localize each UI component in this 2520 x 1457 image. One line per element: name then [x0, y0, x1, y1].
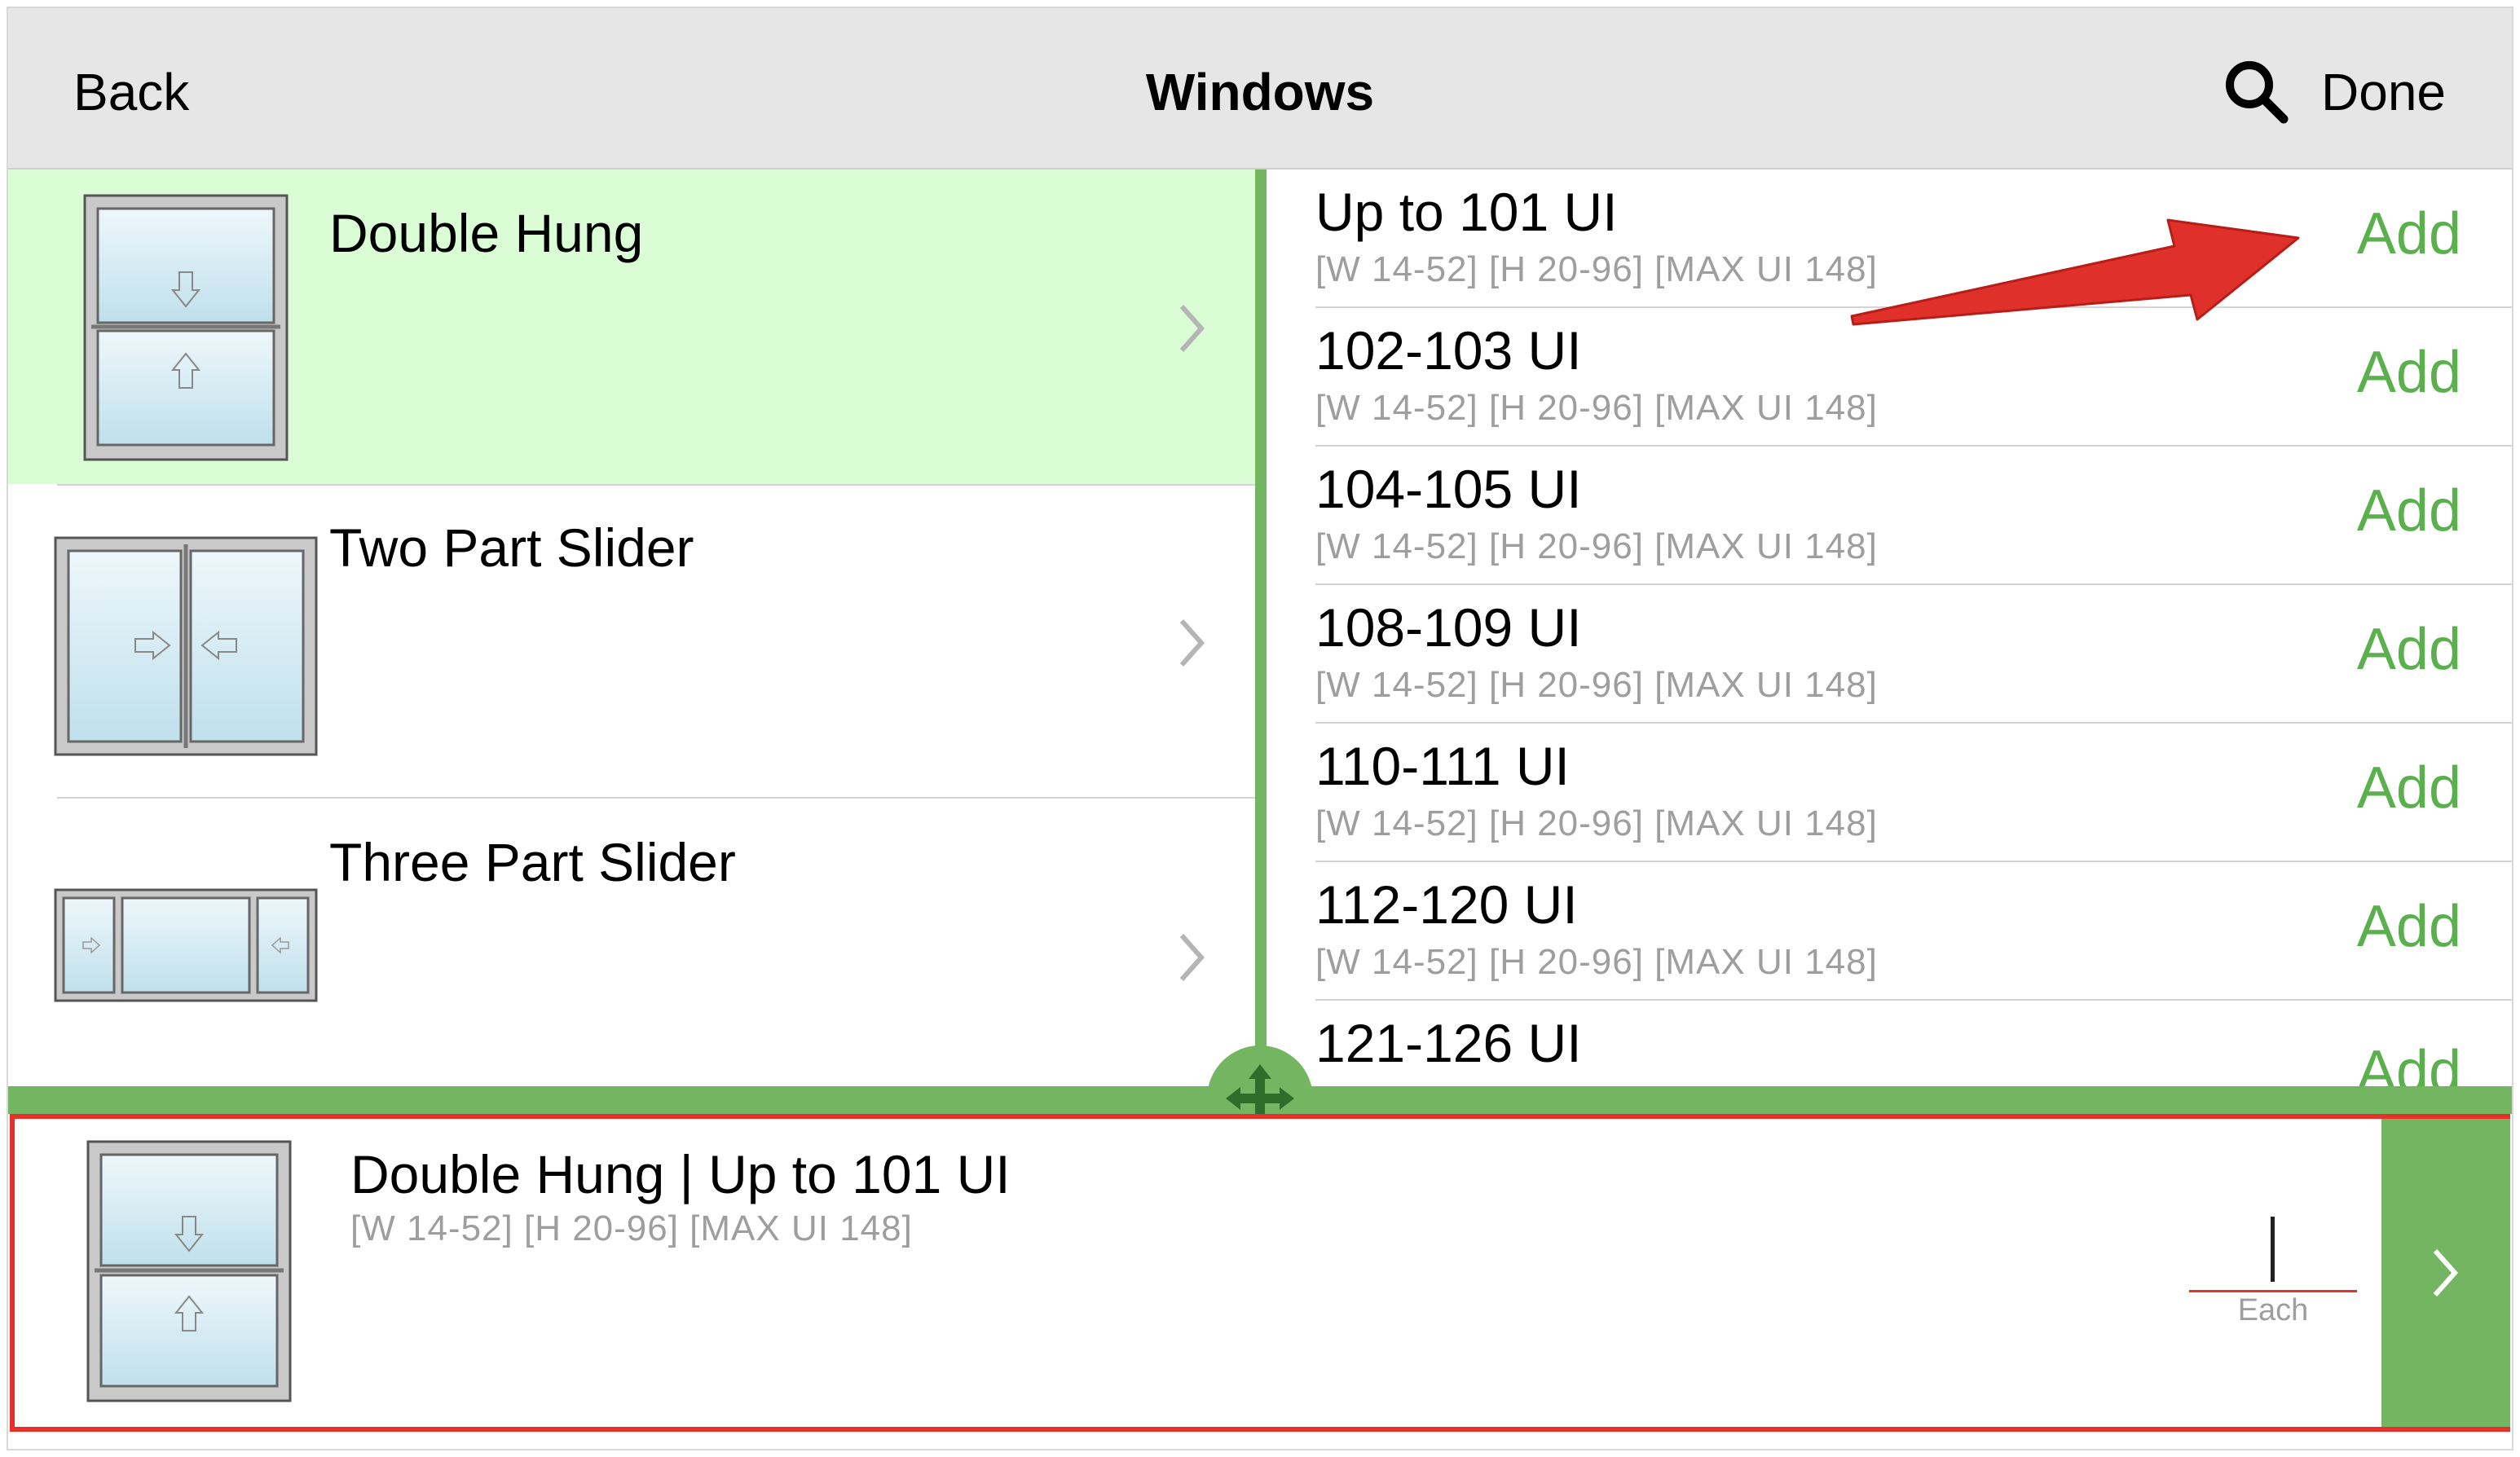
option-title: 102-103 UI [1315, 320, 1582, 381]
list-item: 112-120 UI [W 14-52] [H 20-96] [MAX UI 1… [1267, 862, 2512, 1001]
option-title: 104-105 UI [1315, 459, 1582, 519]
chevron-right-icon [1179, 305, 1205, 352]
divider [57, 484, 1255, 486]
three-part-slider-window-icon [54, 888, 318, 1002]
option-title: Up to 101 UI [1315, 182, 1618, 242]
option-spec: [W 14-52] [H 20-96] [MAX UI 148] [1315, 665, 1878, 705]
double-hung-window-icon [83, 194, 289, 461]
option-spec: [W 14-52] [H 20-96] [MAX UI 148] [1315, 249, 1878, 289]
selected-item-title: Double Hung | Up to 101 UI [350, 1144, 1011, 1204]
list-item: 104-105 UI [W 14-52] [H 20-96] [MAX UI 1… [1267, 447, 2512, 585]
two-part-slider-window-icon [54, 536, 318, 756]
option-spec: [W 14-52] [H 20-96] [MAX UI 148] [1315, 526, 1878, 566]
option-spec: [W 14-52] [H 20-96] [MAX UI 148] [1315, 388, 1878, 428]
continue-button[interactable] [2381, 1119, 2510, 1427]
done-button[interactable]: Done [2321, 62, 2446, 122]
selected-item-panel: Double Hung | Up to 101 UI [W 14-52] [H … [10, 1114, 2510, 1432]
category-list: Double Hung Two Part Slider Three Part S… [8, 169, 1255, 1086]
list-item: 110-111 UI [W 14-52] [H 20-96] [MAX UI 1… [1267, 724, 2512, 862]
nav-bar: Back Windows Done [8, 8, 2512, 169]
search-icon[interactable] [2222, 57, 2290, 125]
list-item: 108-109 UI [W 14-52] [H 20-96] [MAX UI 1… [1267, 585, 2512, 724]
add-button[interactable]: Add [2357, 200, 2461, 267]
list-item: 121-126 UI Add [1267, 1001, 2512, 1086]
option-title: 110-111 UI [1315, 736, 1570, 796]
split-divider[interactable] [1255, 169, 1267, 1086]
annotation-arrow [1850, 218, 2300, 326]
double-hung-window-icon [86, 1140, 292, 1402]
option-title: 112-120 UI [1315, 874, 1578, 935]
option-spec: [W 14-52] [H 20-96] [MAX UI 148] [1315, 803, 1878, 843]
chevron-right-icon [1179, 619, 1205, 667]
category-label: Three Part Slider [329, 832, 736, 892]
category-row-three-part-slider[interactable]: Three Part Slider [8, 799, 1255, 1086]
option-spec: [W 14-52] [H 20-96] [MAX UI 148] [1315, 942, 1878, 982]
option-title: 121-126 UI [1315, 1013, 1582, 1073]
category-label: Double Hung [329, 203, 644, 263]
selected-item-spec: [W 14-52] [H 20-96] [MAX UI 148] [350, 1208, 913, 1248]
category-label: Two Part Slider [329, 517, 694, 578]
add-button[interactable]: Add [2357, 893, 2461, 960]
add-button[interactable]: Add [2357, 616, 2461, 683]
quantity-unit-label: Each [2237, 1293, 2309, 1327]
add-button[interactable]: Add [2357, 1038, 2461, 1086]
text-caret [2271, 1217, 2275, 1282]
add-button[interactable]: Add [2357, 755, 2461, 821]
add-button[interactable]: Add [2357, 339, 2461, 406]
category-row-two-part-slider[interactable]: Two Part Slider [8, 484, 1255, 799]
page-title: Windows [1145, 63, 1375, 121]
chevron-right-icon [2433, 1249, 2459, 1296]
option-title: 108-109 UI [1315, 597, 1582, 658]
category-row-double-hung[interactable]: Double Hung [8, 169, 1255, 484]
add-button[interactable]: Add [2357, 478, 2461, 544]
quantity-input[interactable] [2189, 1217, 2357, 1292]
chevron-right-icon [1179, 934, 1205, 981]
